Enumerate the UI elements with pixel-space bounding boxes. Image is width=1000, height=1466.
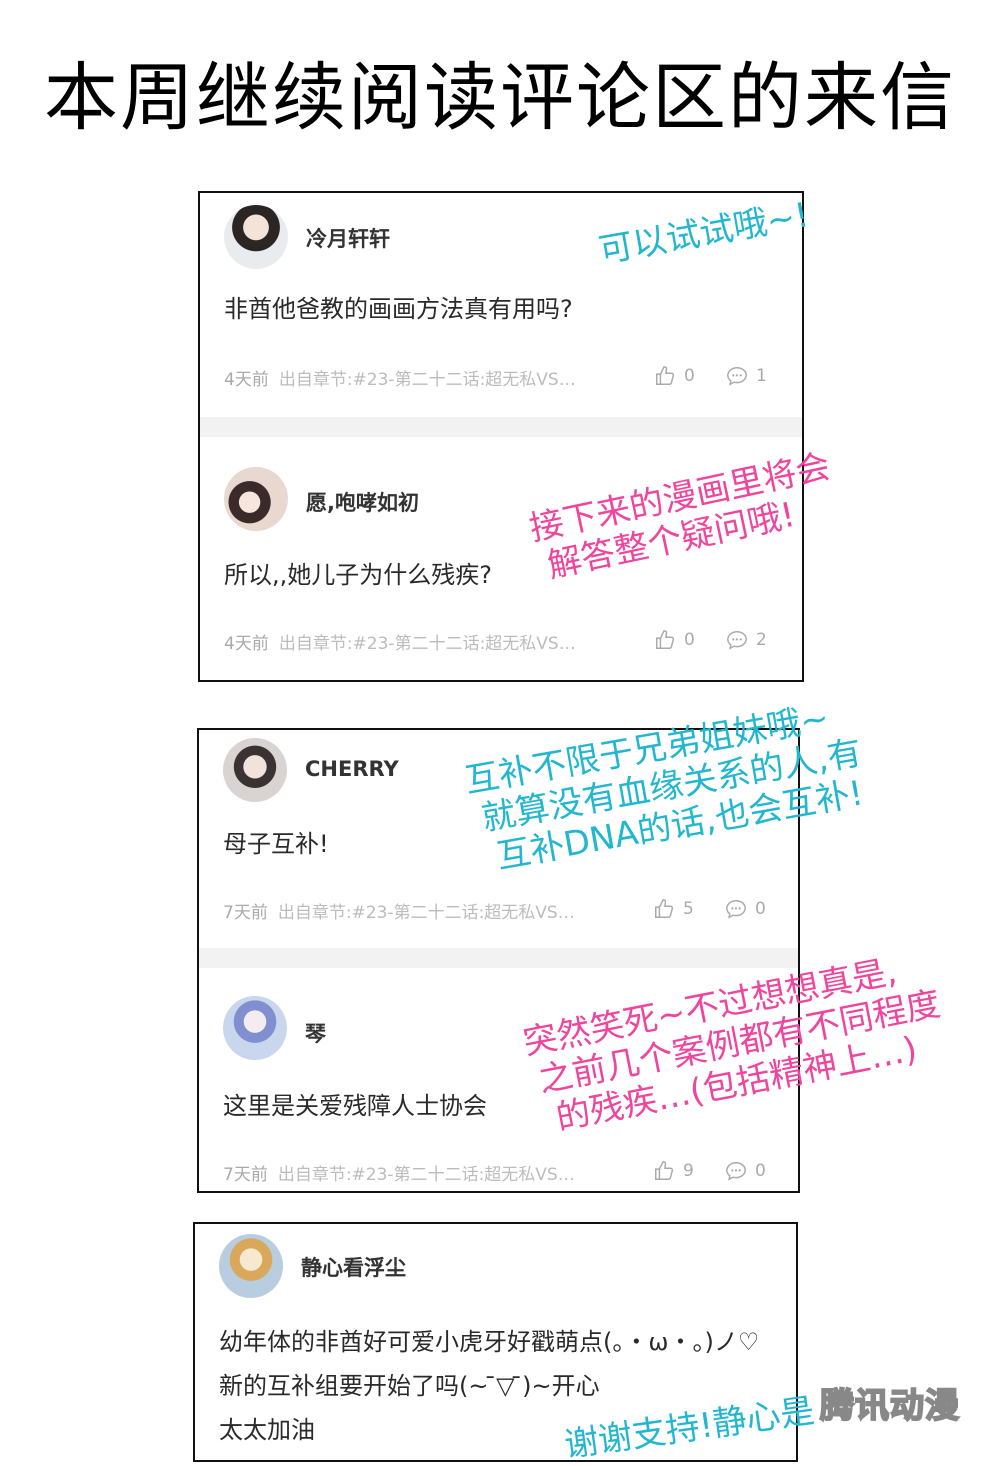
like-button[interactable]: 5 xyxy=(653,898,694,920)
thumbs-up-icon xyxy=(656,630,675,649)
reply-count: 0 xyxy=(755,1161,766,1181)
comment-meta: 7天前 出自章节:#23-第二十二话:超无私VS… 9 0 xyxy=(223,1160,774,1185)
comment-bubble-icon xyxy=(727,367,747,386)
reply-button[interactable]: 2 xyxy=(726,629,767,651)
comment-text-line: 幼年体的非酋好可爱小虎牙好戳萌点(。・ω・。)ノ♡ xyxy=(219,1328,760,1356)
username[interactable]: 冷月轩轩 xyxy=(306,223,390,253)
like-button[interactable]: 9 xyxy=(653,1160,694,1182)
like-count: 0 xyxy=(684,630,695,650)
username[interactable]: CHERRY xyxy=(305,757,399,781)
comment-meta: 4天前 出自章节:#23-第二十二话:超无私VS… 0 1 xyxy=(224,365,778,390)
reply-button[interactable]: 0 xyxy=(725,1160,766,1182)
comment-card: 冷月轩轩 非酋他爸教的画画方法真有用吗? 4天前 出自章节:#23-第二十二话:超… xyxy=(198,191,804,682)
username[interactable]: 琴 xyxy=(305,1018,326,1048)
thumbs-up-icon xyxy=(655,1161,674,1180)
avatar[interactable] xyxy=(219,1234,283,1298)
reply-count: 0 xyxy=(755,899,766,919)
username[interactable]: 静心看浮尘 xyxy=(301,1252,406,1282)
avatar[interactable] xyxy=(224,467,288,531)
comment-bubble-icon xyxy=(726,1162,746,1181)
comment-text: 所以,,她儿子为什么残疾? xyxy=(224,561,492,589)
username[interactable]: 愿,咆哮如初 xyxy=(306,487,419,517)
reply-button[interactable]: 0 xyxy=(725,898,766,920)
comment-meta: 4天前 出自章节:#23-第二十二话:超无私VS… 0 2 xyxy=(224,629,778,654)
thumbs-up-icon xyxy=(656,366,675,385)
like-button[interactable]: 0 xyxy=(654,629,695,651)
comment-divider xyxy=(199,948,798,968)
avatar[interactable] xyxy=(224,205,288,269)
comment-bubble-icon xyxy=(726,900,746,919)
reply-count: 2 xyxy=(756,630,767,650)
reply-button[interactable]: 1 xyxy=(726,365,767,387)
reply-count: 1 xyxy=(756,366,767,386)
comment-time: 7天前 xyxy=(223,903,268,923)
chapter-source[interactable]: 出自章节:#23-第二十二话:超无私VS… xyxy=(278,1165,575,1185)
comment-time: 4天前 xyxy=(224,370,269,390)
comment-time: 7天前 xyxy=(223,1165,268,1185)
like-count: 0 xyxy=(684,366,695,386)
comment-divider xyxy=(200,417,802,437)
chapter-source[interactable]: 出自章节:#23-第二十二话:超无私VS… xyxy=(279,634,576,654)
avatar[interactable] xyxy=(223,996,287,1060)
page-title: 本周继续阅读评论区的来信 xyxy=(44,55,956,141)
chapter-source[interactable]: 出自章节:#23-第二十二话:超无私VS… xyxy=(278,903,575,923)
avatar[interactable] xyxy=(223,738,287,802)
like-count: 5 xyxy=(683,899,694,919)
comment-text: 非酋他爸教的画画方法真有用吗? xyxy=(224,295,573,323)
comment-text: 母子互补! xyxy=(223,830,329,858)
comment-text-line: 新的互补组要开始了吗(~ ̄▽ ̄)~开心 xyxy=(219,1372,600,1400)
like-count: 9 xyxy=(683,1161,694,1181)
comment-bubble-icon xyxy=(727,631,747,650)
thumbs-up-icon xyxy=(655,899,674,918)
like-button[interactable]: 0 xyxy=(654,365,695,387)
comment-meta: 7天前 出自章节:#23-第二十二话:超无私VS… 5 0 xyxy=(223,898,774,923)
comment-time: 4天前 xyxy=(224,634,269,654)
chapter-source[interactable]: 出自章节:#23-第二十二话:超无私VS… xyxy=(279,370,576,390)
comment-text: 这里是关爱残障人士协会 xyxy=(223,1092,487,1120)
watermark-logo: 腾讯动漫 xyxy=(819,1385,960,1427)
